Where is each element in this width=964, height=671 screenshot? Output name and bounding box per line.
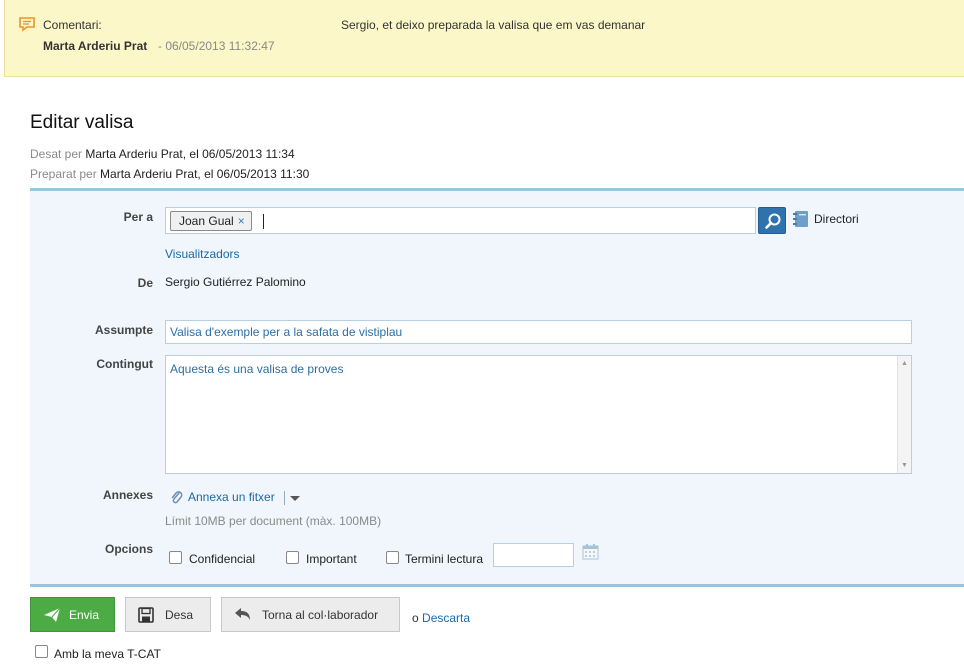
paper-plane-icon [43,607,61,626]
recipient-token[interactable]: Joan Gual × [170,211,252,231]
floppy-disk-icon [138,607,154,626]
prepared-by-prefix: Preparat per [30,167,97,181]
comment-label: Comentari: [43,18,102,32]
subject-label: Assumpte [94,323,153,337]
saved-by-prefix: Desat per [30,147,83,161]
comment-date: - 06/05/2013 11:32:47 [158,39,275,53]
tcat-label: Amb la meva T-CAT [54,647,161,661]
content-text: Aquesta és una valisa de proves [170,362,344,376]
comment-author: Marta Arderiu Prat [43,39,148,53]
prepared-by-line: Preparat per Marta Arderiu Prat, el 06/0… [30,167,309,181]
to-label: Per a [123,210,153,224]
from-label: De [137,276,153,290]
scroll-down-icon[interactable]: ▼ [901,462,908,469]
content-textarea[interactable]: Aquesta és una valisa de proves ▲ ▼ [165,355,912,474]
return-to-collaborator-button[interactable]: Torna al col·laborador [221,597,400,632]
directory-link[interactable]: Directori [814,212,859,226]
chevron-down-icon [289,494,301,508]
attachment-limit-hint: Límit 10MB per document (màx. 100MB) [165,514,382,528]
confidential-checkbox[interactable] [169,551,182,564]
content-label: Contingut [96,357,153,371]
save-button[interactable]: Desa [125,597,211,632]
important-label: Important [306,552,357,566]
return-label: Torna al col·laborador [262,608,379,622]
scroll-up-icon[interactable]: ▲ [901,360,908,367]
attach-dropdown[interactable] [284,491,301,505]
tcat-checkbox[interactable] [35,645,48,658]
discard-prefix: o [412,611,419,625]
save-label: Desa [165,608,194,622]
saved-by-line: Desat per Marta Arderiu Prat, el 06/05/2… [30,147,295,161]
undo-icon [234,607,252,626]
deadline-date-input[interactable] [493,543,574,567]
recipient-input[interactable]: Joan Gual × [165,207,756,234]
deadline-checkbox[interactable] [386,551,399,564]
text-caret [263,214,264,229]
important-checkbox[interactable] [286,551,299,564]
saved-by-value: Marta Arderiu Prat, el 06/05/2013 11:34 [85,147,295,161]
directory-icon[interactable] [792,210,810,231]
discard-link[interactable]: Descarta [422,611,470,625]
page-title: Editar valisa [30,112,134,133]
search-button[interactable] [758,207,786,234]
confidential-label: Confidencial [189,552,256,566]
viewers-link[interactable]: Visualitzadors [165,247,239,261]
comment-icon [19,16,35,35]
prepared-by-value: Marta Arderiu Prat, el 06/05/2013 11:30 [100,167,310,181]
recipient-token-label: Joan Gual [179,214,234,228]
send-label: Envia [69,608,100,622]
deadline-label: Termini lectura [405,552,484,566]
remove-recipient-icon[interactable]: × [238,214,245,228]
attach-file-link[interactable]: Annexa un fitxer [188,490,275,504]
search-icon [759,213,787,238]
paperclip-icon [170,490,184,509]
attachments-label: Annexes [102,488,153,502]
send-button[interactable]: Envia [30,597,115,632]
from-value: Sergio Gutiérrez Palomino [165,275,306,289]
options-label: Opcions [104,542,153,556]
calendar-icon[interactable] [582,543,599,563]
content-scrollbar[interactable]: ▲ ▼ [897,356,911,473]
discard-line: o Descarta [412,611,470,625]
subject-input[interactable]: Valisa d'exemple per a la safata de vist… [165,320,912,344]
comment-panel: Comentari: Marta Arderiu Prat - 06/05/20… [4,0,964,77]
comment-text: Sergio, et deixo preparada la valisa que… [341,18,646,32]
